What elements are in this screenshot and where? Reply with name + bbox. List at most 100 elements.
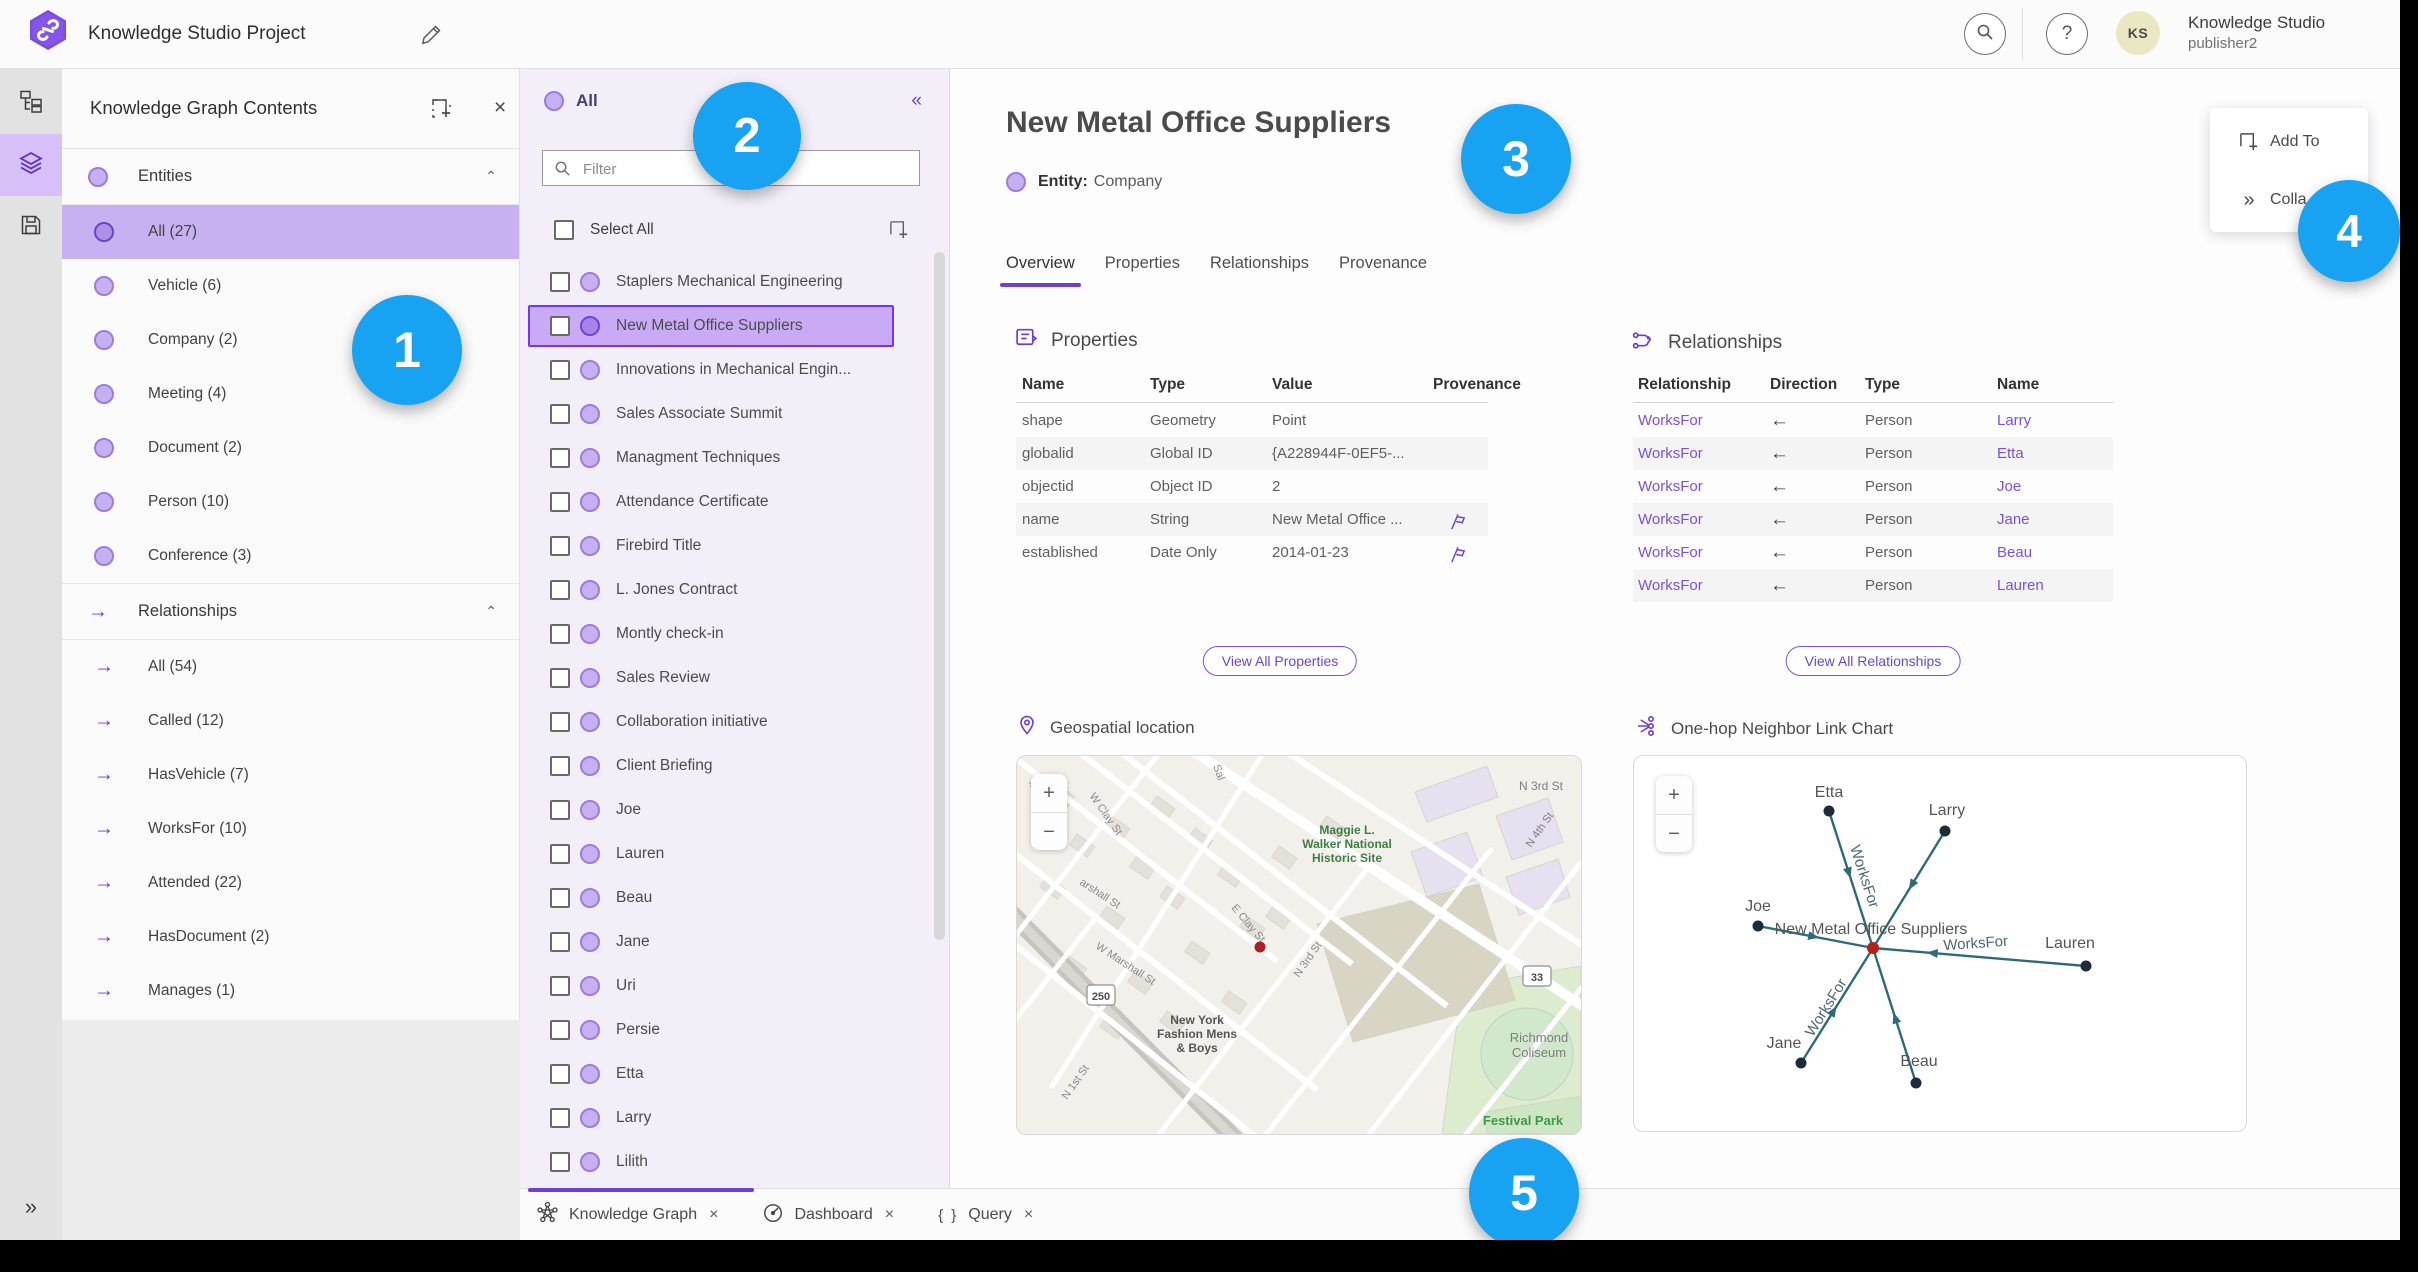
item-checkbox[interactable] bbox=[550, 932, 570, 952]
sidebar-item-called[interactable]: → Called (12) bbox=[62, 694, 519, 748]
tab-relationships[interactable]: Relationships bbox=[1210, 254, 1309, 287]
list-scrollbar[interactable] bbox=[934, 252, 945, 940]
list-item[interactable]: Staplers Mechanical Engineering bbox=[520, 260, 949, 304]
item-checkbox[interactable] bbox=[550, 360, 570, 380]
relationship-link[interactable]: WorksFor bbox=[1638, 536, 1703, 569]
sidebar-item-all[interactable]: All (27) bbox=[62, 205, 519, 259]
item-checkbox[interactable] bbox=[550, 580, 570, 600]
sidebar-item-conference[interactable]: Conference (3) bbox=[62, 529, 519, 583]
list-item[interactable]: Sales Review bbox=[520, 656, 949, 700]
sidebar-item-all[interactable]: → All (54) bbox=[62, 640, 519, 694]
list-item[interactable]: L. Jones Contract bbox=[520, 568, 949, 612]
related-entity-link[interactable]: Etta bbox=[1997, 437, 2024, 470]
layers-tool-button[interactable] bbox=[0, 134, 62, 196]
tab-properties[interactable]: Properties bbox=[1105, 254, 1180, 287]
add-selection-button[interactable] bbox=[888, 219, 910, 246]
item-checkbox[interactable] bbox=[550, 800, 570, 820]
item-checkbox[interactable] bbox=[550, 668, 570, 688]
related-entity-link[interactable]: Jane bbox=[1997, 503, 2030, 536]
save-tool-button[interactable] bbox=[0, 196, 62, 258]
close-tab-icon[interactable]: × bbox=[885, 1206, 894, 1224]
item-checkbox[interactable] bbox=[550, 756, 570, 776]
item-checkbox[interactable] bbox=[550, 404, 570, 424]
zoom-in-button[interactable]: + bbox=[1031, 774, 1067, 813]
item-checkbox[interactable] bbox=[550, 844, 570, 864]
sidebar-item-worksfor[interactable]: → WorksFor (10) bbox=[62, 802, 519, 856]
relationship-link[interactable]: WorksFor bbox=[1638, 569, 1703, 602]
select-all-checkbox[interactable] bbox=[554, 220, 574, 240]
item-checkbox[interactable] bbox=[550, 492, 570, 512]
related-entity-link[interactable]: Joe bbox=[1997, 470, 2021, 503]
list-item[interactable]: Collaboration initiative bbox=[520, 700, 949, 744]
item-checkbox[interactable] bbox=[550, 1152, 570, 1172]
close-panel-button[interactable]: × bbox=[494, 96, 506, 120]
list-item[interactable]: Etta bbox=[520, 1052, 949, 1096]
edit-pencil-icon[interactable] bbox=[420, 22, 444, 51]
sidebar-item-vehicle[interactable]: Vehicle (6) bbox=[62, 259, 519, 313]
view-tab-dashboard[interactable]: Dashboard × bbox=[762, 1202, 894, 1229]
item-checkbox[interactable] bbox=[550, 976, 570, 996]
list-item[interactable]: Uri bbox=[520, 964, 949, 1008]
related-entity-link[interactable]: Lauren bbox=[1997, 569, 2044, 602]
section-header-relationships[interactable]: → Relationships ⌃ bbox=[62, 583, 519, 640]
item-checkbox[interactable] bbox=[550, 712, 570, 732]
item-checkbox[interactable] bbox=[550, 888, 570, 908]
view-all-properties-button[interactable]: View All Properties bbox=[1202, 646, 1358, 676]
help-button[interactable]: ? bbox=[2046, 13, 2088, 55]
close-tab-icon[interactable]: × bbox=[1024, 1206, 1033, 1224]
relationship-link[interactable]: WorksFor bbox=[1638, 470, 1703, 503]
avatar[interactable]: KS bbox=[2116, 11, 2160, 55]
sidebar-item-hasvehicle[interactable]: → HasVehicle (7) bbox=[62, 748, 519, 802]
zoom-out-button[interactable]: − bbox=[1656, 815, 1692, 853]
view-tab-query[interactable]: { } Query × bbox=[938, 1206, 1033, 1224]
item-checkbox[interactable] bbox=[550, 272, 570, 292]
item-checkbox[interactable] bbox=[550, 536, 570, 556]
zoom-in-button[interactable]: + bbox=[1656, 776, 1692, 815]
schema-tool-button[interactable] bbox=[0, 72, 62, 134]
collapse-panel-button[interactable]: « bbox=[911, 68, 922, 134]
sidebar-item-hasdocument[interactable]: → HasDocument (2) bbox=[62, 910, 519, 964]
item-checkbox[interactable] bbox=[550, 624, 570, 644]
add-to-button[interactable]: Add To bbox=[2210, 114, 2368, 170]
collapse-chevron-icon[interactable]: ⌃ bbox=[485, 149, 497, 204]
list-item[interactable]: Lauren bbox=[520, 832, 949, 876]
related-entity-link[interactable]: Beau bbox=[1997, 536, 2032, 569]
sidebar-item-person[interactable]: Person (10) bbox=[62, 475, 519, 529]
list-item[interactable]: Montly check-in bbox=[520, 612, 949, 656]
zoom-out-button[interactable]: − bbox=[1031, 813, 1067, 851]
rail-expand-button[interactable]: » bbox=[0, 1194, 62, 1220]
relationship-link[interactable]: WorksFor bbox=[1638, 437, 1703, 470]
relationship-link[interactable]: WorksFor bbox=[1638, 404, 1703, 437]
provenance-flag-icon[interactable] bbox=[1448, 543, 1467, 576]
item-checkbox[interactable] bbox=[550, 1064, 570, 1084]
list-item[interactable]: New Metal Office Suppliers bbox=[520, 304, 949, 348]
sidebar-item-document[interactable]: Document (2) bbox=[62, 421, 519, 475]
tab-provenance[interactable]: Provenance bbox=[1339, 254, 1427, 287]
list-item[interactable]: Attendance Certificate bbox=[520, 480, 949, 524]
list-item[interactable]: Innovations in Mechanical Engin... bbox=[520, 348, 949, 392]
link-chart[interactable]: Etta WorksFor Larry Joe Lauren WorksFor Jane Wo… bbox=[1633, 755, 2247, 1132]
list-item[interactable]: Larry bbox=[520, 1096, 949, 1140]
item-checkbox[interactable] bbox=[550, 1020, 570, 1040]
list-item[interactable]: Firebird Title bbox=[520, 524, 949, 568]
add-layer-button[interactable] bbox=[430, 97, 453, 125]
list-item[interactable]: Joe bbox=[520, 788, 949, 832]
list-item[interactable]: Lilith bbox=[520, 1140, 949, 1184]
search-button[interactable] bbox=[1964, 13, 2006, 55]
item-checkbox[interactable] bbox=[550, 448, 570, 468]
item-checkbox[interactable] bbox=[550, 316, 570, 336]
close-tab-icon[interactable]: × bbox=[709, 1206, 718, 1224]
list-item[interactable]: Managment Techniques bbox=[520, 436, 949, 480]
related-entity-link[interactable]: Larry bbox=[1997, 404, 2031, 437]
list-item[interactable]: Client Briefing bbox=[520, 744, 949, 788]
tab-overview[interactable]: Overview bbox=[1000, 254, 1081, 287]
list-item[interactable]: Beau bbox=[520, 876, 949, 920]
list-item[interactable]: Sales Associate Summit bbox=[520, 392, 949, 436]
view-all-relationships-button[interactable]: View All Relationships bbox=[1785, 646, 1961, 676]
list-item[interactable]: Persie bbox=[520, 1008, 949, 1052]
item-checkbox[interactable] bbox=[550, 1108, 570, 1128]
section-header-entities[interactable]: Entities ⌃ bbox=[62, 149, 519, 205]
view-tab-knowledge-graph[interactable]: Knowledge Graph × bbox=[536, 1201, 718, 1229]
sidebar-item-attended[interactable]: → Attended (22) bbox=[62, 856, 519, 910]
sidebar-item-manages[interactable]: → Manages (1) bbox=[62, 964, 519, 1018]
